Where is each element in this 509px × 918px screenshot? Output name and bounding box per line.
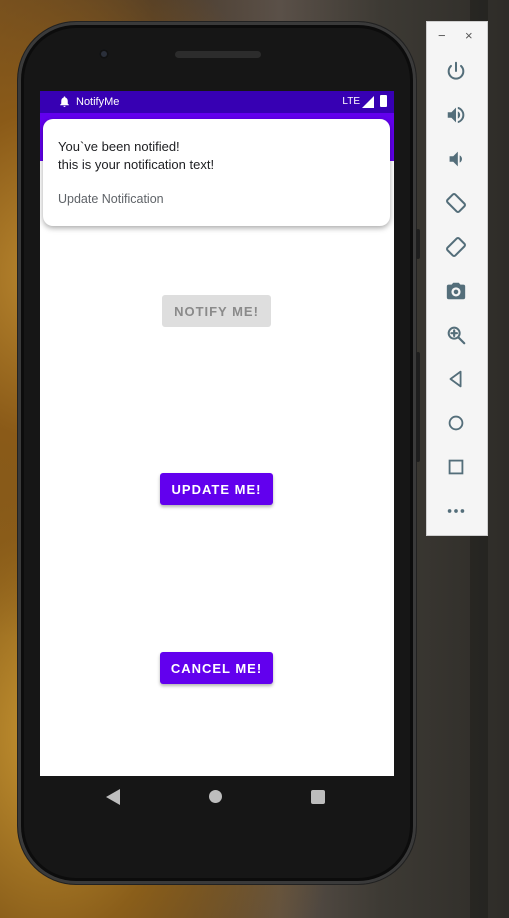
minimize-button[interactable]: − [438,28,446,43]
phone-volume-button [416,352,420,462]
update-notification-action[interactable]: Update Notification [58,192,164,206]
back-icon[interactable] [106,789,120,805]
bell-icon [60,96,69,107]
overview-icon[interactable] [444,455,468,479]
signal-icon [362,96,374,108]
volume-down-icon[interactable] [444,147,468,171]
notification-text: this is your notification text! [58,157,215,172]
phone-side-button [416,229,420,259]
notify-me-button[interactable]: NOTIFY ME! [162,295,271,327]
phone-frame: NotifyMe LTE You`ve been notified! this … [18,22,420,884]
power-icon[interactable] [444,59,468,83]
network-type: LTE [342,96,360,107]
home-icon[interactable] [444,411,468,435]
rotate-right-icon[interactable] [444,235,468,259]
toolbar-window-controls: − × [427,28,487,46]
device-screen: NotifyMe LTE You`ve been notified! this … [40,91,394,776]
status-bar: NotifyMe LTE [40,91,394,113]
navigation-bar [40,776,394,818]
front-camera [99,49,109,59]
recents-icon[interactable] [311,790,325,804]
rotate-left-icon[interactable] [444,191,468,215]
notification-card[interactable]: You`ve been notified! this is your notif… [43,119,390,226]
more-icon[interactable] [444,499,468,523]
status-app-name: NotifyMe [76,96,120,108]
back-icon[interactable] [444,367,468,391]
volume-up-icon[interactable] [444,103,468,127]
update-me-button[interactable]: UPDATE ME! [160,473,273,505]
camera-icon[interactable] [444,279,468,303]
battery-icon [380,95,387,107]
notification-title: You`ve been notified! [58,139,180,154]
earpiece-speaker [175,51,261,58]
cancel-me-button[interactable]: CANCEL ME! [160,652,273,684]
home-icon[interactable] [209,790,222,803]
close-button[interactable]: × [465,28,473,43]
emulator-toolbar: − × [426,21,488,536]
zoom-icon[interactable] [444,323,468,347]
